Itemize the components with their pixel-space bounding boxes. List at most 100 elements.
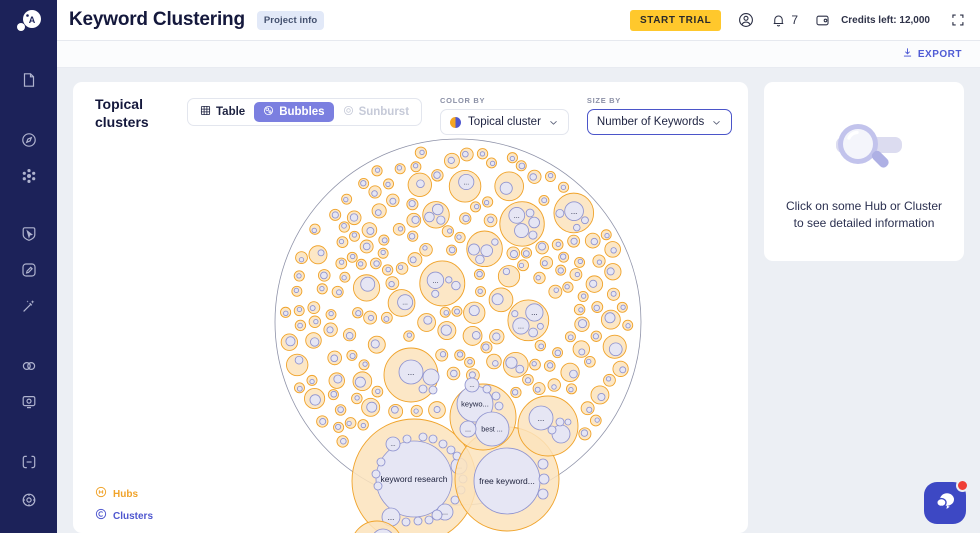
cluster-bubble[interactable] (537, 488, 549, 500)
hub-bubble[interactable]: ...... (507, 299, 550, 342)
ai-logo[interactable]: A (0, 0, 57, 41)
cluster-bubble[interactable] (432, 203, 444, 216)
sidebar-item-compass[interactable] (14, 125, 44, 155)
cluster-bubble[interactable] (605, 376, 612, 382)
hub-bubble[interactable] (334, 404, 347, 416)
hub-bubble[interactable] (316, 415, 329, 428)
cluster-bubble[interactable] (319, 418, 327, 425)
hub-bubble[interactable] (520, 247, 533, 259)
cluster-bubble[interactable] (406, 332, 412, 338)
hub-bubble[interactable] (305, 332, 322, 349)
cluster-bubble[interactable] (581, 216, 589, 225)
cluster-bubble[interactable] (383, 316, 390, 322)
cluster-bubble[interactable] (610, 247, 617, 254)
cluster-bubble[interactable] (375, 388, 381, 394)
hub-bubble[interactable] (395, 262, 409, 275)
cluster-bubble[interactable] (553, 287, 559, 293)
cluster-bubble[interactable] (547, 362, 554, 369)
cluster-bubble[interactable]: ... (564, 201, 584, 221)
hub-bubble[interactable] (344, 417, 357, 429)
cluster-bubble[interactable] (340, 437, 347, 445)
cluster-bubble[interactable] (525, 208, 535, 218)
sidebar-item-collapse[interactable] (14, 447, 44, 477)
hub-bubble[interactable] (346, 349, 358, 361)
hub-bubble[interactable] (316, 283, 328, 295)
cluster-bubble[interactable]: ... (426, 271, 445, 289)
cluster-bubble[interactable] (536, 322, 544, 330)
hub-bubble[interactable] (428, 401, 446, 419)
cluster-bubble[interactable] (620, 304, 626, 310)
cluster-bubble[interactable] (409, 256, 417, 264)
hub-bubble[interactable] (410, 404, 423, 418)
hub-bubble[interactable] (377, 247, 389, 259)
cluster-bubble[interactable] (330, 354, 339, 363)
tab-sunburst[interactable]: Sunburst (334, 102, 418, 122)
hub-bubble[interactable] (327, 389, 339, 401)
hub-bubble[interactable] (558, 251, 570, 263)
hub-bubble[interactable] (323, 322, 338, 337)
hub-bubble[interactable] (293, 270, 305, 282)
hub-bubble[interactable] (444, 152, 460, 169)
cluster-bubble[interactable] (499, 181, 513, 195)
hub-bubble[interactable] (562, 281, 574, 293)
hub-bubble[interactable]: ... (419, 260, 466, 307)
hub-bubble[interactable] (567, 234, 581, 248)
cluster-bubble[interactable] (313, 318, 319, 325)
hub-bubble[interactable] (414, 146, 427, 159)
cluster-bubble[interactable] (462, 214, 470, 223)
hub-bubble[interactable] (480, 341, 493, 354)
tab-table[interactable]: Table (191, 102, 254, 122)
cluster-bubble[interactable] (535, 275, 541, 281)
hub-bubble[interactable] (476, 148, 489, 160)
cluster-bubble[interactable] (448, 246, 456, 254)
cluster-bubble[interactable] (574, 271, 580, 278)
hub-bubble[interactable] (604, 241, 621, 258)
sidebar-item-documents[interactable] (14, 65, 44, 95)
cluster-bubble[interactable] (320, 271, 328, 280)
hub-bubble[interactable] (486, 353, 502, 370)
cluster-bubble[interactable] (413, 516, 423, 526)
cluster-bubble[interactable] (480, 244, 493, 257)
cluster-bubble[interactable] (402, 434, 412, 444)
cluster-bubble[interactable] (360, 180, 367, 187)
cluster-bubble[interactable] (341, 275, 347, 281)
hub-bubble[interactable] (439, 306, 451, 318)
cluster-bubble[interactable] (625, 323, 631, 329)
hub-bubble[interactable] (446, 366, 461, 381)
cluster-bubble[interactable] (547, 425, 557, 435)
cluster-bubble[interactable] (573, 223, 581, 232)
cluster-bubble[interactable] (385, 181, 391, 187)
cluster-bubble[interactable] (408, 200, 416, 208)
cluster-bubble[interactable] (362, 242, 371, 251)
cluster-bubble[interactable] (433, 406, 441, 413)
cluster-bubble[interactable] (514, 223, 529, 239)
cluster-bubble[interactable] (509, 250, 518, 259)
hub-bubble[interactable] (589, 414, 602, 427)
hub-bubble[interactable] (515, 160, 527, 172)
hub-bubble[interactable] (532, 382, 546, 395)
cluster-bubble[interactable] (580, 429, 589, 437)
cluster-bubble[interactable] (528, 230, 538, 240)
hub-bubble[interactable] (470, 201, 481, 213)
cluster-bubble[interactable] (293, 287, 299, 294)
cluster-bubble[interactable] (529, 173, 537, 181)
hub-bubble[interactable] (454, 349, 466, 361)
hub-bubble[interactable] (622, 319, 634, 331)
hub-bubble[interactable] (352, 371, 373, 392)
hub-bubble[interactable] (294, 319, 307, 332)
hub-bubble[interactable] (535, 240, 549, 255)
cluster-bubble[interactable] (492, 360, 499, 367)
hub-bubble[interactable] (351, 392, 363, 405)
cluster-bubble[interactable] (438, 439, 448, 449)
hub-bubble[interactable] (578, 427, 592, 441)
hub-bubble[interactable] (574, 256, 586, 268)
legend-item-clusters[interactable]: Clusters (95, 507, 153, 525)
cluster-bubble[interactable] (443, 310, 449, 316)
cluster-bubble[interactable] (447, 156, 455, 164)
size-by-select[interactable]: Number of Keywords (586, 109, 733, 135)
cluster-bubble[interactable] (350, 253, 356, 260)
cluster-bubble[interactable] (428, 385, 438, 395)
cluster-bubble[interactable] (511, 389, 519, 396)
cluster-bubble[interactable] (560, 253, 567, 260)
hub-bubble[interactable] (580, 401, 595, 416)
